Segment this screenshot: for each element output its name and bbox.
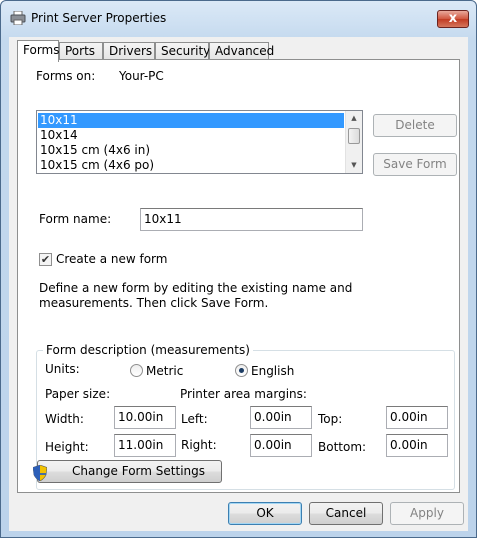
save-form-button[interactable]: Save Form bbox=[373, 153, 457, 176]
description-line-1: Define a new form by editing the existin… bbox=[39, 281, 353, 295]
width-field[interactable]: 10.00in bbox=[114, 406, 176, 429]
server-name: Your-PC bbox=[119, 69, 164, 83]
title-bar[interactable]: Print Server Properties x bbox=[1, 1, 476, 37]
top-margin-field[interactable]: 0.00in bbox=[386, 406, 448, 429]
forms-tab-panel: Forms on: Your-PC 10x11 10x14 10x15 cm (… bbox=[17, 59, 460, 493]
printer-icon bbox=[10, 11, 26, 25]
cancel-button[interactable]: Cancel bbox=[309, 502, 383, 525]
change-form-settings-label: Change Form Settings bbox=[71, 464, 206, 478]
printer-margins-label: Printer area margins: bbox=[180, 387, 307, 401]
description-line-2: measurements. Then click Save Form. bbox=[39, 296, 269, 310]
form-name-field[interactable]: 10x11 bbox=[140, 208, 363, 231]
scroll-up-icon[interactable]: ▲ bbox=[346, 111, 362, 126]
list-scrollbar[interactable]: ▲ ▼ bbox=[345, 111, 362, 173]
delete-button[interactable]: Delete bbox=[373, 114, 457, 137]
right-margin-label: Right: bbox=[181, 438, 217, 452]
tab-forms[interactable]: Forms bbox=[17, 40, 59, 62]
scroll-down-icon[interactable]: ▼ bbox=[346, 158, 362, 173]
right-margin-field[interactable]: 0.00in bbox=[250, 434, 312, 457]
measurements-group-title: Form description (measurements) bbox=[43, 343, 253, 357]
form-name-label: Form name: bbox=[39, 212, 112, 226]
ok-button[interactable]: OK bbox=[228, 502, 302, 525]
bottom-margin-label: Bottom: bbox=[318, 440, 367, 454]
close-icon: x bbox=[448, 11, 458, 26]
list-item[interactable]: 10x15 cm (4x6 in) bbox=[38, 143, 344, 158]
create-new-form-checkbox[interactable]: ✔ bbox=[39, 253, 52, 266]
left-margin-field[interactable]: 0.00in bbox=[250, 406, 312, 429]
forms-on-label: Forms on: bbox=[36, 69, 96, 83]
create-new-form-label[interactable]: Create a new form bbox=[56, 252, 167, 266]
apply-button[interactable]: Apply bbox=[390, 502, 464, 525]
left-margin-label: Left: bbox=[181, 412, 208, 426]
list-item[interactable]: 10x11 bbox=[38, 113, 344, 128]
list-item[interactable]: 10x15 cm (4x6 po) bbox=[38, 158, 344, 173]
uac-shield-icon bbox=[33, 465, 47, 481]
bottom-margin-field[interactable]: 0.00in bbox=[386, 434, 448, 457]
scroll-thumb[interactable] bbox=[348, 128, 360, 144]
width-label: Width: bbox=[45, 412, 84, 426]
english-label[interactable]: English bbox=[251, 364, 294, 378]
list-item[interactable]: 10x14 bbox=[38, 128, 344, 143]
change-form-settings-button[interactable]: Change Form Settings bbox=[37, 460, 222, 483]
english-radio[interactable] bbox=[235, 364, 248, 377]
print-server-properties-window: Print Server Properties x Forms Ports Dr… bbox=[0, 0, 477, 538]
forms-list[interactable]: 10x11 10x14 10x15 cm (4x6 in) 10x15 cm (… bbox=[36, 110, 363, 174]
height-field[interactable]: 11.00in bbox=[114, 434, 176, 457]
metric-radio[interactable] bbox=[130, 364, 143, 377]
units-label: Units: bbox=[45, 362, 80, 376]
metric-label[interactable]: Metric bbox=[146, 364, 183, 378]
top-margin-label: Top: bbox=[318, 412, 343, 426]
close-button[interactable]: x bbox=[437, 10, 469, 28]
height-label: Height: bbox=[45, 440, 89, 454]
window-title: Print Server Properties bbox=[31, 11, 167, 25]
paper-size-label: Paper size: bbox=[45, 387, 111, 401]
dialog-client-area: Forms Ports Drivers Security Advanced Fo… bbox=[9, 37, 468, 531]
